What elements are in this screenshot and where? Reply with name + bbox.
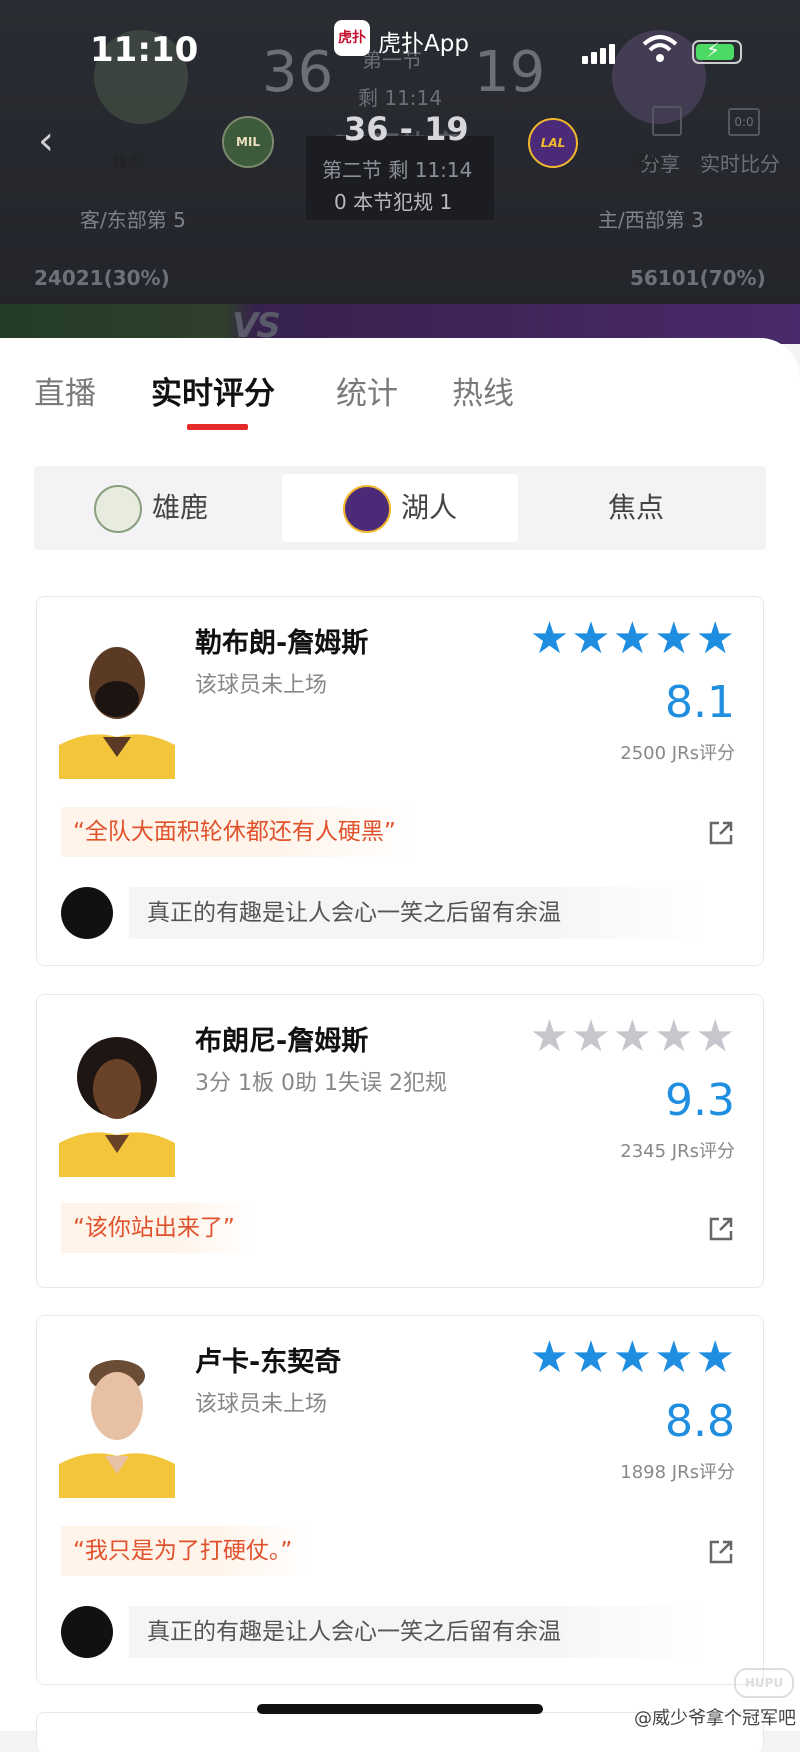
bucks-logo-small: MIL: [222, 116, 274, 168]
ghost-time-left: 剩 11:14: [358, 86, 442, 110]
back-arrow-icon[interactable]: ‹: [38, 118, 54, 164]
away-team-name[interactable]: 雄鹿: [112, 148, 144, 172]
live-score-icon[interactable]: 0:0: [728, 108, 760, 136]
home-indicator[interactable]: [257, 1704, 543, 1714]
active-tab-indicator: [187, 424, 248, 430]
segment-focus[interactable]: 焦点: [608, 474, 664, 542]
player-card[interactable]: 勒布朗-詹姆斯 该球员未上场 ★★★★★ 8.1 2500 JRs评分 “全队大…: [36, 596, 764, 966]
team-segment-control: 雄鹿 湖人 焦点: [34, 466, 766, 550]
tab-bar: 直播 实时评分 统计 热线: [0, 338, 800, 433]
live-score-label: 实时比分: [700, 152, 780, 176]
star-icon[interactable]: ★: [530, 1011, 569, 1062]
player-photo: [59, 1352, 175, 1498]
rating-count: 2345 JRs评分: [620, 1141, 735, 1162]
rating-score: 8.8: [665, 1396, 735, 1447]
home-support: 56101(70%): [630, 266, 766, 290]
commenter-avatar[interactable]: [61, 1606, 113, 1658]
app-name: 虎扑App: [378, 31, 469, 57]
star-icon[interactable]: ★: [696, 1011, 735, 1062]
watermark-text: @威少爷拿个冠军吧: [634, 1708, 796, 1729]
segment-lakers-label: 湖人: [400, 491, 457, 524]
share-out-icon[interactable]: [707, 819, 735, 847]
rating-count: 1898 JRs评分: [620, 1462, 735, 1483]
lakers-logo-icon: [342, 485, 391, 533]
segment-bucks[interactable]: 雄鹿: [94, 474, 274, 542]
player-photo: [59, 1031, 175, 1177]
star-icon[interactable]: ★: [654, 613, 693, 664]
segment-bucks-label: 雄鹿: [152, 491, 209, 524]
bucks-logo-icon: [94, 485, 142, 533]
wifi-icon: [642, 35, 678, 62]
star-icon[interactable]: ★: [654, 1011, 693, 1062]
share-out-icon[interactable]: [707, 1538, 735, 1566]
tab-ratings[interactable]: 实时评分: [151, 368, 275, 413]
away-support: 24021(30%): [34, 266, 170, 290]
comment-text: 真正的有趣是让人会心一笑之后留有余温: [129, 1606, 709, 1658]
player-card[interactable]: 布朗尼-詹姆斯 3分 1板 0助 1失误 2犯规 ★★★★★ 9.3 2345 …: [36, 994, 764, 1288]
player-card[interactable]: 卢卡-东契奇 该球员未上场 ★★★★★ 8.8 1898 JRs评分 “我只是为…: [36, 1315, 764, 1685]
lakers-logo-small: LAL: [528, 118, 578, 168]
segment-lakers[interactable]: 湖人: [282, 474, 518, 542]
ghost-score-left: 36: [262, 40, 334, 105]
player-stat: 该球员未上场: [195, 673, 328, 698]
star-icon[interactable]: ★: [530, 1332, 569, 1383]
star-icon[interactable]: ★: [613, 1011, 652, 1062]
hot-quote[interactable]: “该你站出来了”: [61, 1203, 255, 1253]
star-rating[interactable]: ★★★★★: [528, 617, 735, 661]
star-icon[interactable]: ★: [571, 613, 610, 664]
star-rating[interactable]: ★★★★★: [528, 1015, 735, 1059]
star-icon[interactable]: ★: [571, 1332, 610, 1383]
period-time: 第二节 剩 11:14: [322, 158, 473, 182]
away-team-rank: 客/东部第 5: [80, 208, 186, 232]
tab-live[interactable]: 直播: [34, 368, 96, 413]
share-icon[interactable]: [652, 106, 682, 136]
home-team-name[interactable]: 湖人: [630, 148, 662, 172]
hot-quote[interactable]: “我只是为了打硬仗。”: [61, 1526, 313, 1576]
status-time: 11:10: [90, 30, 199, 70]
hupu-watermark-logo: HUPU: [734, 1668, 794, 1698]
commenter-avatar[interactable]: [61, 887, 113, 939]
player-photo: [59, 633, 175, 779]
ghost-score-right: 19: [474, 40, 546, 105]
tab-stats[interactable]: 统计: [336, 368, 398, 413]
home-team-rank: 主/西部第 3: [598, 208, 704, 232]
player-name[interactable]: 卢卡-东契奇: [195, 1340, 341, 1379]
hot-quote[interactable]: “全队大面积轮休都还有人硬黑”: [61, 807, 416, 857]
hupu-app-icon: 虎扑: [334, 20, 370, 56]
star-icon[interactable]: ★: [613, 1332, 652, 1383]
player-stat: 该球员未上场: [195, 1392, 328, 1417]
star-icon[interactable]: ★: [696, 1332, 735, 1383]
battery-icon: ⚡: [692, 38, 742, 64]
game-header: 36 19 第一节 剩 11:14 64万热度 分享 0:0 实时比分 11:1…: [0, 0, 800, 304]
game-score: 36 - 19: [344, 110, 469, 148]
cellular-signal-icon: [582, 44, 618, 64]
comment-text: 真正的有趣是让人会心一笑之后留有余温: [129, 887, 709, 939]
rating-count: 2500 JRs评分: [620, 743, 735, 764]
player-name[interactable]: 勒布朗-詹姆斯: [195, 621, 368, 660]
rating-score: 8.1: [665, 677, 735, 728]
player-stat: 3分 1板 0助 1失误 2犯规: [195, 1071, 447, 1096]
rating-score: 9.3: [665, 1075, 735, 1126]
star-rating[interactable]: ★★★★★: [528, 1336, 735, 1380]
player-name[interactable]: 布朗尼-詹姆斯: [195, 1019, 368, 1058]
tab-hotline[interactable]: 热线: [452, 368, 514, 413]
fouls-line: 0 本节犯规 1: [334, 190, 453, 214]
star-icon[interactable]: ★: [696, 613, 735, 664]
star-icon[interactable]: ★: [571, 1011, 610, 1062]
share-out-icon[interactable]: [707, 1215, 735, 1243]
star-icon[interactable]: ★: [613, 613, 652, 664]
star-icon[interactable]: ★: [530, 613, 569, 664]
star-icon[interactable]: ★: [654, 1332, 693, 1383]
